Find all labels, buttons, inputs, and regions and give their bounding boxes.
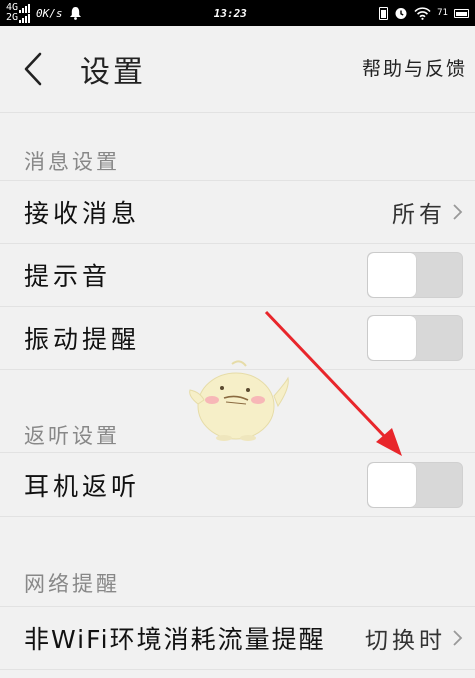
receive-messages-value-group: 所有 [392,195,463,229]
bell-icon [69,7,81,20]
toggle-knob [368,253,416,297]
toggle-knob [368,316,416,360]
battery-icon [453,8,469,18]
notification-sound-label: 提示音 [24,262,112,291]
network-bottom: 2G [6,12,19,23]
nonwifi-reminder-value: 切换时 [365,628,446,654]
section-title-monitor: 返听设置 [24,424,120,448]
status-left: 4G 2G 0K/s [6,3,82,23]
vibrate-reminder-label: 振动提醒 [24,325,141,354]
receive-messages-value: 所有 [392,202,446,228]
alarm-icon [395,8,407,19]
section-title-network: 网络提醒 [24,572,120,596]
section-title-message: 消息设置 [24,150,120,174]
status-bar: 4G 2G 0K/s 13:23 71 [0,0,475,26]
back-chevron-icon [24,52,42,86]
network-speed: 0K/s [36,6,63,20]
settings-screen: 4G 2G 0K/s 13:23 71 设置 帮助与反馈 消息设置 接收消息 所… [0,0,475,678]
notification-sound-row: 提示音 [0,243,475,306]
nonwifi-reminder-label: 非WiFi环境消耗流量提醒 [24,625,326,654]
notification-sound-toggle[interactable] [367,252,463,298]
back-button[interactable] [8,44,58,94]
signal-bars-icon-2 [19,13,31,23]
help-feedback-link[interactable]: 帮助与反馈 [362,54,467,81]
wifi-icon [414,6,431,20]
status-right: 71 [379,6,469,20]
chevron-right-icon [453,204,463,220]
signal-strength-label: 71 [437,8,448,18]
chevron-right-icon [453,630,463,646]
receive-messages-label: 接收消息 [24,199,141,228]
app-header: 设置 帮助与反馈 [0,26,475,113]
earphone-monitor-toggle[interactable] [367,461,463,508]
earphone-monitor-row: 耳机返听 [0,452,475,517]
signal-bars-icon [19,3,31,13]
battery-saver-icon [379,6,389,20]
earphone-monitor-label: 耳机返听 [24,471,141,501]
vibrate-reminder-toggle[interactable] [367,315,463,361]
status-time: 13:23 [213,6,247,20]
nonwifi-reminder-value-group: 切换时 [365,621,463,655]
page-title: 设置 [80,55,146,90]
nonwifi-reminder-row[interactable]: 非WiFi环境消耗流量提醒 切换时 [0,606,475,670]
network-indicator: 4G 2G [6,3,31,23]
mascot-illustration [189,360,289,441]
receive-messages-row[interactable]: 接收消息 所有 [0,180,475,243]
toggle-knob [368,462,416,507]
